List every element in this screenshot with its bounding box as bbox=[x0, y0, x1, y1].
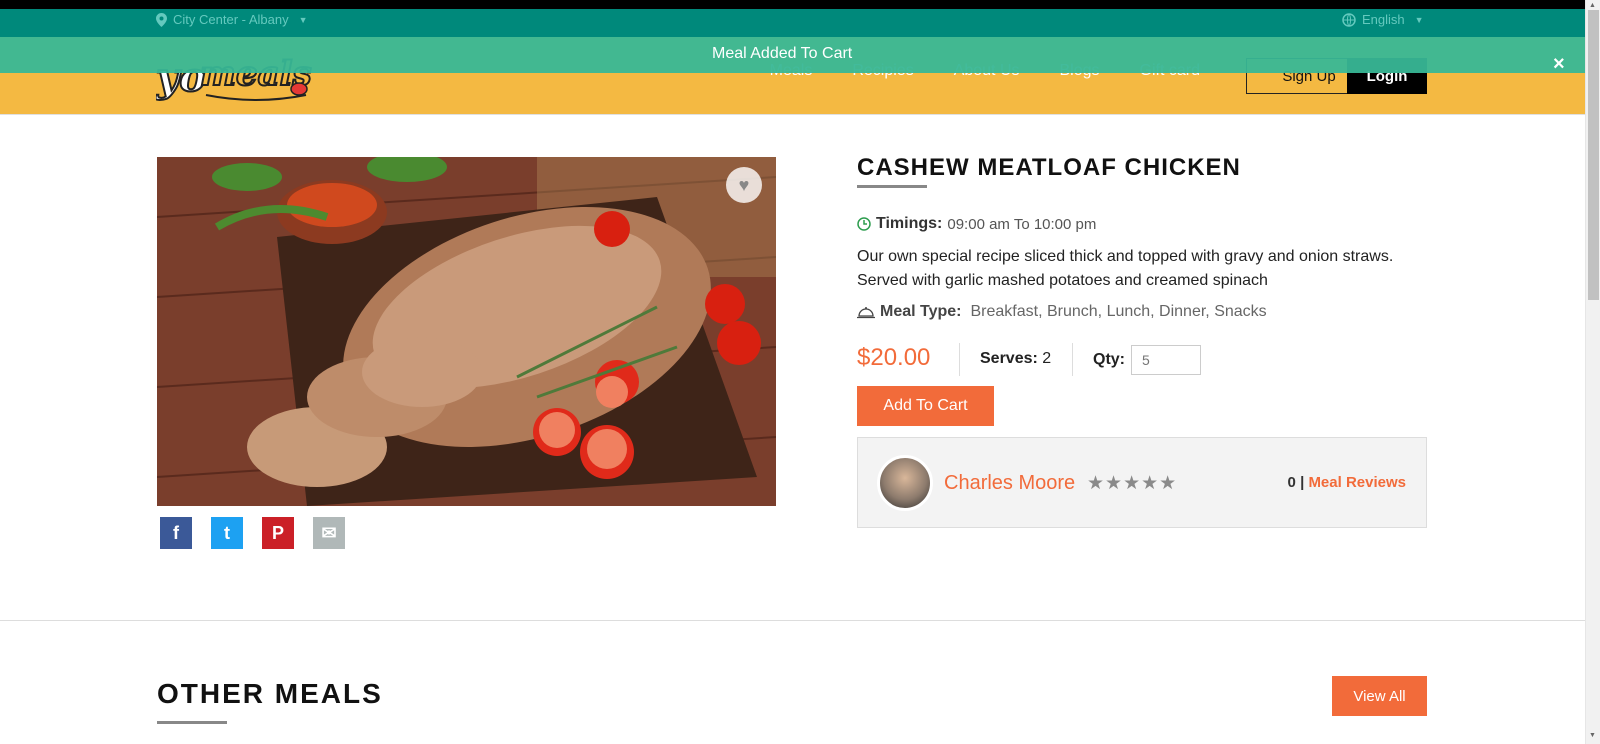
meal-type: Meal Type: Breakfast, Brunch, Lunch, Din… bbox=[857, 303, 1267, 321]
globe-icon bbox=[1342, 12, 1356, 27]
other-meals-heading: OTHER MEALS bbox=[157, 678, 383, 709]
scroll-down-icon[interactable]: ▼ bbox=[1589, 732, 1596, 739]
meal-photo bbox=[157, 157, 776, 506]
rating-stars: ★★★★★ bbox=[1087, 473, 1178, 494]
meal-title: CASHEW MEATLOAF CHICKEN bbox=[857, 154, 1241, 181]
top-strip bbox=[0, 0, 1585, 9]
meal-type-label: Meal Type: bbox=[880, 303, 962, 320]
favorite-heart-icon[interactable]: ♥ bbox=[726, 167, 762, 203]
clock-icon bbox=[857, 217, 871, 231]
facebook-icon[interactable]: f bbox=[160, 517, 192, 549]
divider bbox=[959, 343, 960, 376]
timings-value: 09:00 am To 10:00 pm bbox=[947, 215, 1097, 233]
title-underline bbox=[857, 185, 927, 188]
social-share: f t P ✉ bbox=[160, 517, 345, 549]
location-label: City Center - Albany bbox=[173, 12, 289, 27]
meal-serves: Serves: 2 bbox=[980, 350, 1051, 368]
qty-input[interactable] bbox=[1131, 345, 1201, 375]
location-selector[interactable]: City Center - Albany ▼ bbox=[156, 12, 308, 27]
location-pin-icon bbox=[156, 12, 167, 27]
divider bbox=[1072, 343, 1073, 376]
meal-price: $20.00 bbox=[857, 344, 931, 371]
scrollbar-thumb[interactable] bbox=[1588, 10, 1599, 300]
serves-value: 2 bbox=[1042, 350, 1052, 367]
scroll-up-icon[interactable]: ▲ bbox=[1589, 2, 1596, 9]
quantity-group: Qty: bbox=[1093, 345, 1201, 375]
pinterest-icon[interactable]: P bbox=[262, 517, 294, 549]
review-count: 0 bbox=[1287, 474, 1296, 491]
qty-label: Qty: bbox=[1093, 351, 1125, 368]
top-bar: City Center - Albany ▼ English ▼ bbox=[0, 9, 1585, 37]
timings-label: Timings: bbox=[876, 215, 943, 232]
section-divider bbox=[0, 620, 1585, 621]
add-to-cart-button[interactable]: Add To Cart bbox=[857, 386, 994, 426]
chef-name[interactable]: Charles Moore bbox=[944, 472, 1075, 495]
chef-card: Charles Moore ★★★★★ 0 | Meal Reviews bbox=[857, 437, 1427, 528]
toast-message: Meal Added To Cart bbox=[712, 45, 853, 62]
twitter-icon[interactable]: t bbox=[211, 517, 243, 549]
meal-description: Our own special recipe sliced thick and … bbox=[857, 248, 1394, 289]
heading-underline bbox=[157, 721, 227, 724]
chevron-down-icon: ▼ bbox=[298, 14, 308, 25]
serves-label: Serves: bbox=[980, 350, 1038, 367]
meal-reviews-link[interactable]: Meal Reviews bbox=[1308, 474, 1406, 491]
reviews-separator: | bbox=[1300, 474, 1305, 491]
meal-timings: Timings: 09:00 am To 10:00 pm bbox=[857, 215, 1096, 233]
meal-reviews: 0 | Meal Reviews bbox=[1288, 474, 1406, 491]
email-icon[interactable]: ✉ bbox=[313, 517, 345, 549]
meal-type-value: Breakfast, Brunch, Lunch, Dinner, Snacks bbox=[970, 303, 1267, 320]
chevron-down-icon: ▼ bbox=[1414, 14, 1424, 25]
scrollbar[interactable]: ▲ ▼ bbox=[1585, 0, 1600, 744]
chef-avatar[interactable] bbox=[877, 455, 933, 511]
language-label: English bbox=[1362, 12, 1405, 27]
language-selector[interactable]: English ▼ bbox=[1342, 12, 1424, 27]
cloche-icon bbox=[857, 307, 875, 319]
close-icon[interactable]: × bbox=[1553, 53, 1565, 76]
cart-toast: Meal Added To Cart × bbox=[0, 37, 1585, 76]
view-all-button[interactable]: View All bbox=[1332, 676, 1427, 716]
